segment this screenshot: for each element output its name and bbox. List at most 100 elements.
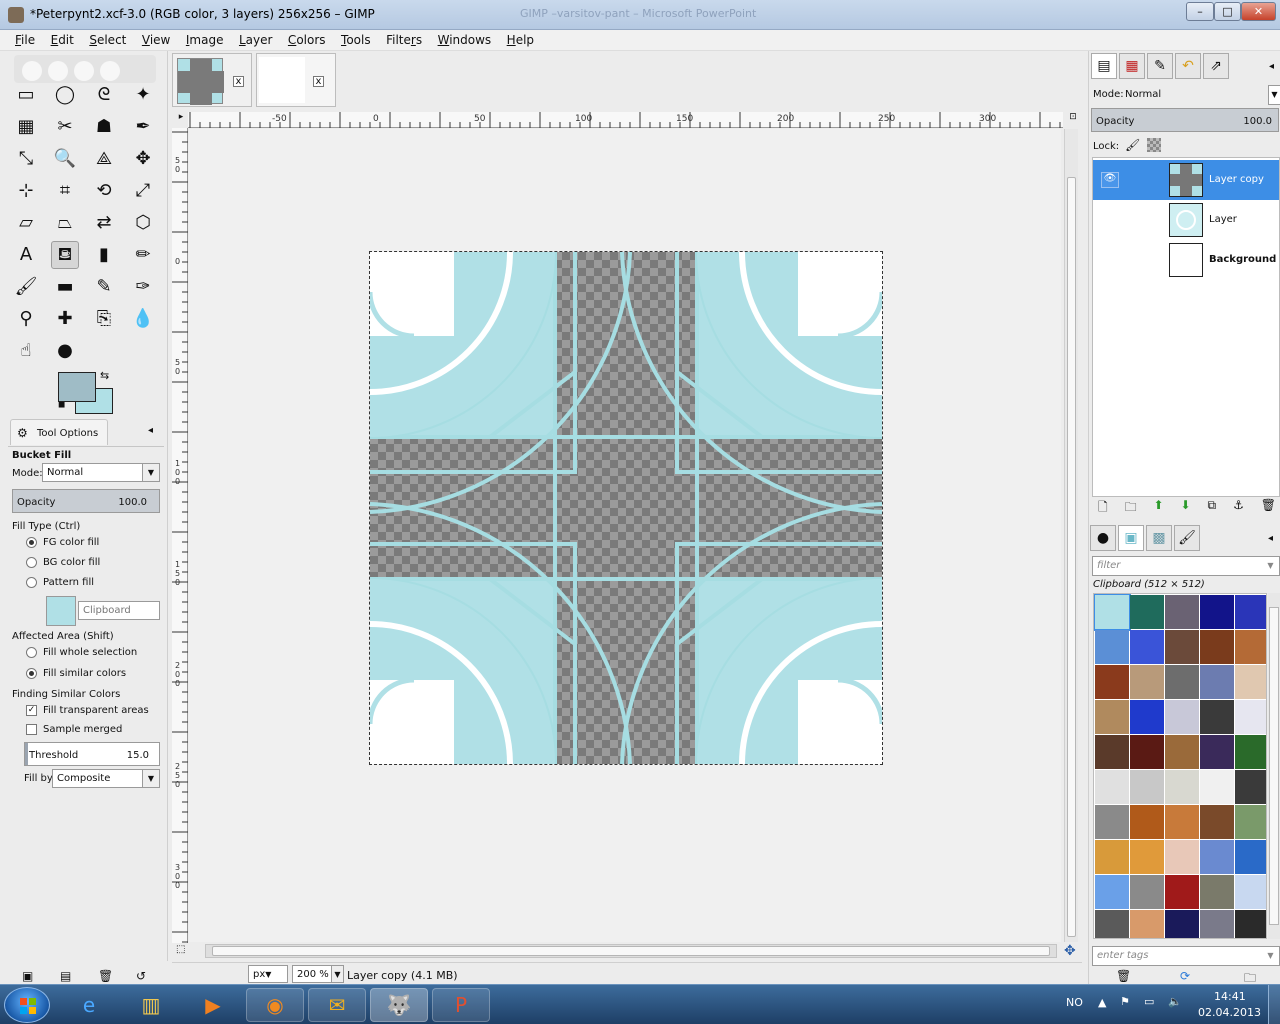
navigate-icon[interactable]: ✥ — [1064, 943, 1076, 959]
pattern-swatch[interactable] — [1095, 665, 1129, 699]
tab-tool-options[interactable]: ⚙ Tool Options — [10, 419, 108, 445]
restore-options-icon[interactable]: ▤ — [60, 969, 71, 983]
pattern-preview[interactable] — [46, 596, 76, 626]
save-options-icon[interactable]: ▣ — [22, 969, 33, 983]
fill-whole-radio[interactable]: Fill whole selection — [26, 647, 137, 659]
refresh-patterns-icon[interactable]: ⟳ — [1180, 969, 1190, 983]
perspective-icon[interactable]: ⏢ — [51, 209, 79, 237]
menu-file[interactable]: File — [9, 30, 41, 51]
pattern-swatch[interactable] — [1165, 665, 1199, 699]
pattern-swatch[interactable] — [1235, 805, 1266, 839]
align-icon[interactable]: ⊹ — [12, 177, 40, 205]
pattern-swatch[interactable] — [1165, 805, 1199, 839]
fill-similar-radio[interactable]: Fill similar colors — [26, 668, 126, 680]
fill-bg-radio[interactable]: BG color fill — [26, 557, 100, 569]
pattern-swatch[interactable] — [1235, 735, 1266, 769]
foreground-select-icon[interactable]: ☗ — [90, 113, 118, 141]
menu-filters[interactable]: Filters — [380, 30, 428, 51]
blend-icon[interactable]: ▮ — [90, 241, 118, 269]
undo-history-tab-icon[interactable]: ↶ — [1175, 53, 1201, 79]
layer-row-layer[interactable]: Layer — [1093, 200, 1279, 240]
patterns-scroll-thumb[interactable] — [1269, 607, 1279, 925]
layer-opacity-slider[interactable]: Opacity 100.0 — [1091, 108, 1279, 132]
free-select-icon[interactable]: ᘓ — [90, 81, 118, 109]
pointer-tab-icon[interactable]: ⇗ — [1203, 53, 1229, 79]
pattern-swatch[interactable] — [1130, 630, 1164, 664]
new-layer-icon[interactable]: 🗋 — [1098, 498, 1108, 516]
new-layer-group-icon[interactable]: 🗀 — [1125, 498, 1137, 516]
paths-icon[interactable]: ✒ — [129, 113, 157, 141]
pattern-swatch[interactable] — [1095, 700, 1129, 734]
language-indicator[interactable]: NO — [1066, 996, 1083, 1009]
anchor-layer-icon[interactable]: ⚓ — [1233, 498, 1244, 516]
pattern-swatch[interactable] — [1235, 875, 1266, 909]
horizontal-scrollbar[interactable] — [205, 944, 1057, 958]
scissors-icon[interactable]: ✂ — [51, 113, 79, 141]
pattern-swatch[interactable] — [1235, 630, 1266, 664]
zoom-icon[interactable]: 🔍 — [51, 145, 79, 173]
menu-image[interactable]: Image — [180, 30, 230, 51]
reset-options-icon[interactable]: ↺ — [136, 969, 146, 983]
foreground-color-overlay[interactable] — [58, 372, 96, 402]
pattern-swatch[interactable] — [1235, 595, 1266, 629]
quick-mask-menu-icon[interactable]: ▸ — [174, 112, 188, 126]
smudge-icon[interactable]: ☝ — [12, 337, 40, 365]
brushes-tab-icon[interactable]: ● — [1090, 525, 1116, 551]
pattern-swatch[interactable] — [1095, 875, 1129, 909]
pattern-swatch[interactable] — [1130, 805, 1164, 839]
pattern-swatch[interactable] — [1165, 595, 1199, 629]
show-desktop-button[interactable] — [1268, 985, 1280, 1024]
pattern-swatch[interactable] — [1165, 875, 1199, 909]
wilber-drop-area[interactable] — [14, 55, 156, 83]
clock-time[interactable]: 14:41 — [1214, 990, 1246, 1003]
pattern-swatch[interactable] — [1165, 910, 1199, 938]
color-picker-icon[interactable]: ⤡ — [12, 145, 40, 173]
pattern-swatch[interactable] — [1130, 770, 1164, 804]
cage-icon[interactable]: ⬡ — [129, 209, 157, 237]
pattern-swatch[interactable] — [1200, 770, 1234, 804]
pattern-swatch[interactable] — [1130, 595, 1164, 629]
threshold-slider[interactable]: Threshold 15.0 — [24, 742, 160, 766]
close-button[interactable]: ✕ — [1241, 2, 1276, 21]
menu-tools[interactable]: Tools — [335, 30, 377, 51]
image-tab-peterpynt[interactable]: x — [172, 53, 252, 107]
start-button[interactable] — [4, 987, 50, 1023]
delete-options-icon[interactable]: 🗑 — [98, 969, 113, 983]
shear-icon[interactable]: ▱ — [12, 209, 40, 237]
pattern-swatch[interactable] — [1200, 700, 1234, 734]
delete-layer-icon[interactable]: 🗑 — [1261, 498, 1276, 516]
media-player-icon[interactable]: ▶ — [184, 988, 242, 1022]
pattern-swatch[interactable] — [1235, 840, 1266, 874]
pattern-swatch[interactable] — [1165, 735, 1199, 769]
pattern-filter-input[interactable]: filter ▼ — [1092, 556, 1280, 576]
rotate-icon[interactable]: ⟲ — [90, 177, 118, 205]
pattern-swatch[interactable] — [1130, 665, 1164, 699]
measure-icon[interactable]: ⟁ — [90, 145, 118, 173]
opacity-slider[interactable]: Opacity 100.0 — [12, 489, 160, 513]
configure-tab-icon[interactable]: ◂ — [1269, 61, 1274, 72]
duplicate-layer-icon[interactable]: ⧉ — [1208, 498, 1217, 516]
toggle-mask-icon[interactable]: ⬚ — [176, 944, 185, 955]
ink-icon[interactable]: ✑ — [129, 273, 157, 301]
fill-transparent-checkbox[interactable]: ✓ Fill transparent areas — [26, 705, 149, 717]
paths-tab-icon[interactable]: ✎ — [1147, 53, 1173, 79]
move-icon[interactable]: ✥ — [129, 145, 157, 173]
vertical-scroll-thumb[interactable] — [1067, 177, 1076, 937]
dodge-burn-icon[interactable]: ● — [51, 337, 79, 365]
pattern-swatch[interactable] — [1094, 594, 1131, 631]
pattern-swatch[interactable] — [1095, 770, 1129, 804]
pattern-swatch[interactable] — [1235, 910, 1266, 938]
gradients-tab-icon[interactable]: ▩ — [1146, 525, 1172, 551]
pattern-swatch[interactable] — [1130, 700, 1164, 734]
pattern-swatch[interactable] — [1095, 910, 1129, 938]
pattern-swatch[interactable] — [1200, 630, 1234, 664]
configure-tab-icon[interactable]: ◂ — [1268, 533, 1273, 544]
minimize-button[interactable]: – — [1186, 2, 1214, 21]
raise-layer-icon[interactable]: ⬆ — [1154, 498, 1164, 516]
chevron-down-icon[interactable]: ▼ — [1268, 85, 1280, 105]
swap-colors-icon[interactable]: ⇆ — [100, 369, 109, 382]
ellipse-select-icon[interactable]: ◯ — [51, 81, 79, 109]
bucket-fill-icon[interactable]: ⛾ — [51, 241, 79, 269]
menu-layer[interactable]: Layer — [233, 30, 278, 51]
fuzzy-select-icon[interactable]: ✦ — [129, 81, 157, 109]
